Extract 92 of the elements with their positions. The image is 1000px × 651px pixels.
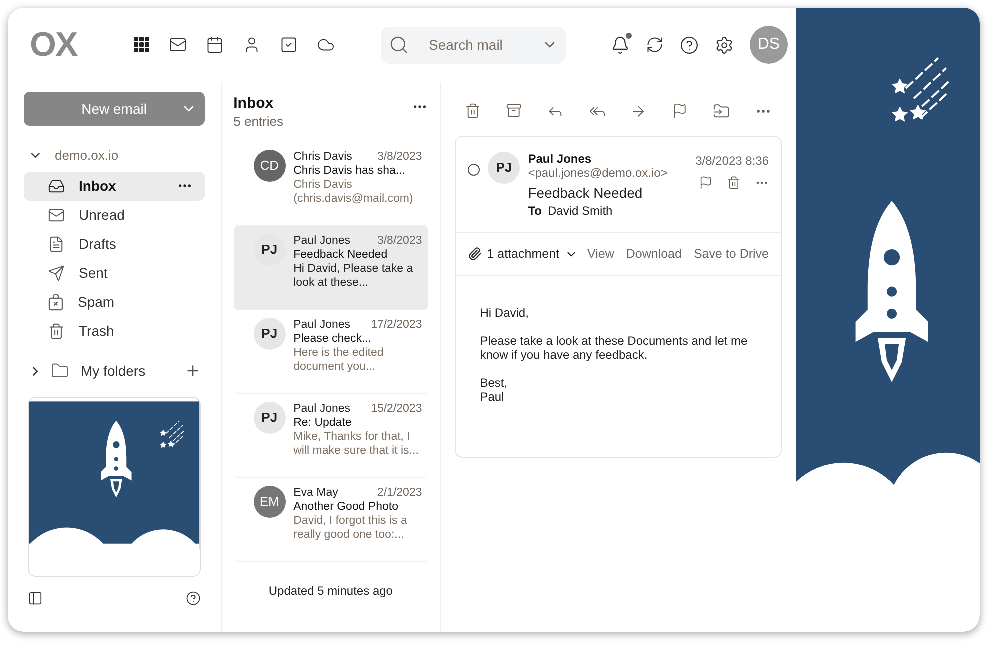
folder-label: Unread bbox=[79, 206, 125, 224]
inbox-tray-icon bbox=[48, 178, 65, 194]
sender-name: Paul Jones bbox=[294, 318, 351, 332]
flag-icon[interactable] bbox=[672, 103, 688, 119]
message-date: 3/8/2023 8:36 bbox=[696, 153, 769, 170]
folder-label: Inbox bbox=[79, 176, 116, 196]
search-bar[interactable]: Search mail bbox=[381, 26, 566, 64]
sender-name: Paul Jones bbox=[528, 152, 593, 166]
folder-label: Sent bbox=[79, 264, 108, 282]
search-field[interactable]: Search mail bbox=[429, 34, 539, 56]
envelope-icon bbox=[48, 206, 65, 224]
message-subject: Please check... bbox=[294, 332, 373, 346]
new-email-button[interactable]: New email bbox=[24, 92, 205, 126]
add-icon[interactable] bbox=[184, 363, 201, 379]
bell-icon bbox=[611, 36, 630, 54]
message-date: 17/2/2023 bbox=[371, 318, 422, 332]
folder-label: Spam bbox=[78, 292, 115, 312]
body-paragraph: Hi David, bbox=[480, 306, 530, 320]
message-item[interactable]: EM Eva May 2/1/2023 Another Good Photo David, I forgot this is a really good one too:... bbox=[234, 478, 428, 562]
sender-avatar: PJ bbox=[488, 152, 520, 184]
folder-item[interactable]: Drafts bbox=[24, 230, 205, 258]
bag-x-icon bbox=[48, 294, 64, 310]
paperclip-icon bbox=[468, 247, 482, 261]
trash-icon[interactable] bbox=[727, 176, 741, 190]
message-subject: Feedback Needed bbox=[294, 248, 389, 262]
move-folder-icon[interactable] bbox=[713, 102, 730, 120]
refresh-icon[interactable] bbox=[646, 36, 664, 54]
checkbox-icon[interactable] bbox=[280, 36, 298, 54]
app-grid-icon[interactable] bbox=[134, 37, 150, 53]
sidebar-toggle-icon[interactable] bbox=[28, 590, 43, 606]
update-status: Updated 5 minutes ago bbox=[268, 583, 394, 600]
paper-plane-icon bbox=[48, 264, 65, 282]
search-icon bbox=[389, 35, 409, 55]
calendar-icon[interactable] bbox=[206, 36, 224, 54]
message-date: 15/2/2023 bbox=[371, 402, 422, 416]
folder-icon bbox=[51, 362, 69, 380]
message-preview: Here is the edited document you... bbox=[294, 346, 385, 374]
folder-label: Trash bbox=[79, 322, 114, 340]
account-item[interactable]: demo.ox.io bbox=[28, 146, 205, 166]
message-item[interactable]: CD Chris Davis 3/8/2023 Chris Davis has sha... Chris Davis (chris.davis@mail.com) bbox=[234, 142, 428, 226]
message-preview: Mike, Thanks for that, I will make sure that it is... bbox=[294, 430, 420, 458]
list-title: Inbox bbox=[234, 95, 275, 112]
body-paragraph: Please take a look at these Documents and let me know if you have any feedback. bbox=[480, 334, 749, 362]
sender-avatar: PJ bbox=[254, 318, 286, 350]
message-preview: Hi David, Please take a look at these... bbox=[294, 262, 414, 290]
folder-item[interactable]: Inbox bbox=[24, 172, 205, 200]
message-preview: David, I forgot this is a really good one too:... bbox=[294, 514, 408, 542]
message-item[interactable]: PJ Paul Jones 17/2/2023 Please check... Here is the edited document you... bbox=[234, 310, 428, 394]
sender-avatar: EM bbox=[254, 486, 286, 518]
help-icon[interactable] bbox=[186, 590, 201, 606]
my-folders-label[interactable]: My folders bbox=[81, 360, 146, 382]
folder-item[interactable]: Sent bbox=[24, 258, 205, 288]
sender-email: <paul.jones@demo.ox.io> bbox=[528, 166, 669, 180]
archive-icon[interactable] bbox=[506, 103, 522, 119]
body-paragraph: Best, Paul bbox=[480, 376, 509, 404]
folder-item[interactable]: Unread bbox=[24, 200, 205, 230]
sender-avatar: PJ bbox=[254, 402, 286, 434]
sender-name: Chris Davis bbox=[294, 150, 352, 164]
message-item[interactable]: PJ Paul Jones 15/2/2023 Re: Update Mike, Thanks for that, I will make sure that it is... bbox=[234, 394, 428, 478]
attachment-action[interactable]: View bbox=[588, 244, 614, 264]
entry-count: 5 entries bbox=[234, 113, 284, 131]
document-icon bbox=[48, 236, 65, 252]
message-subject: Re: Update bbox=[294, 416, 353, 430]
recipient-name: David Smith bbox=[548, 204, 613, 218]
attachment-action[interactable]: Save to Drive bbox=[694, 244, 769, 264]
message-subject: Chris Davis has sha... bbox=[294, 164, 406, 178]
notifications-button[interactable] bbox=[611, 36, 630, 54]
folder-label: Drafts bbox=[79, 234, 116, 254]
trash-icon bbox=[48, 322, 65, 340]
message-date: 2/1/2023 bbox=[377, 486, 422, 500]
folder-item[interactable]: Spam bbox=[24, 288, 205, 316]
message-subject: Feedback Needed bbox=[528, 185, 644, 202]
mail-icon[interactable] bbox=[169, 36, 187, 54]
sender-avatar: CD bbox=[254, 150, 286, 182]
flag-icon[interactable] bbox=[699, 176, 713, 190]
sender-name: Eva May bbox=[294, 486, 338, 500]
attachment-action[interactable]: Download bbox=[626, 244, 682, 264]
message-preview: Chris Davis (chris.davis@mail.com) bbox=[294, 178, 414, 206]
sender-name: Paul Jones bbox=[294, 402, 351, 416]
folder-item[interactable]: Trash bbox=[24, 316, 205, 346]
help-icon[interactable] bbox=[680, 36, 699, 54]
attachment-dropdown[interactable]: 1 attachment bbox=[468, 244, 578, 264]
settings-icon[interactable] bbox=[715, 36, 734, 54]
message-item[interactable]: PJ Paul Jones 3/8/2023 Feedback Needed Hi David, Please take a look at these... bbox=[234, 226, 428, 310]
select-radio[interactable] bbox=[468, 164, 480, 176]
trash-icon[interactable] bbox=[465, 103, 482, 119]
message-date: 3/8/2023 bbox=[377, 234, 422, 248]
message-date: 3/8/2023 bbox=[377, 150, 422, 164]
message-subject: Another Good Photo bbox=[294, 500, 400, 514]
sender-avatar: PJ bbox=[254, 234, 286, 266]
sender-name: Paul Jones bbox=[294, 234, 351, 248]
to-label: To bbox=[528, 204, 542, 218]
